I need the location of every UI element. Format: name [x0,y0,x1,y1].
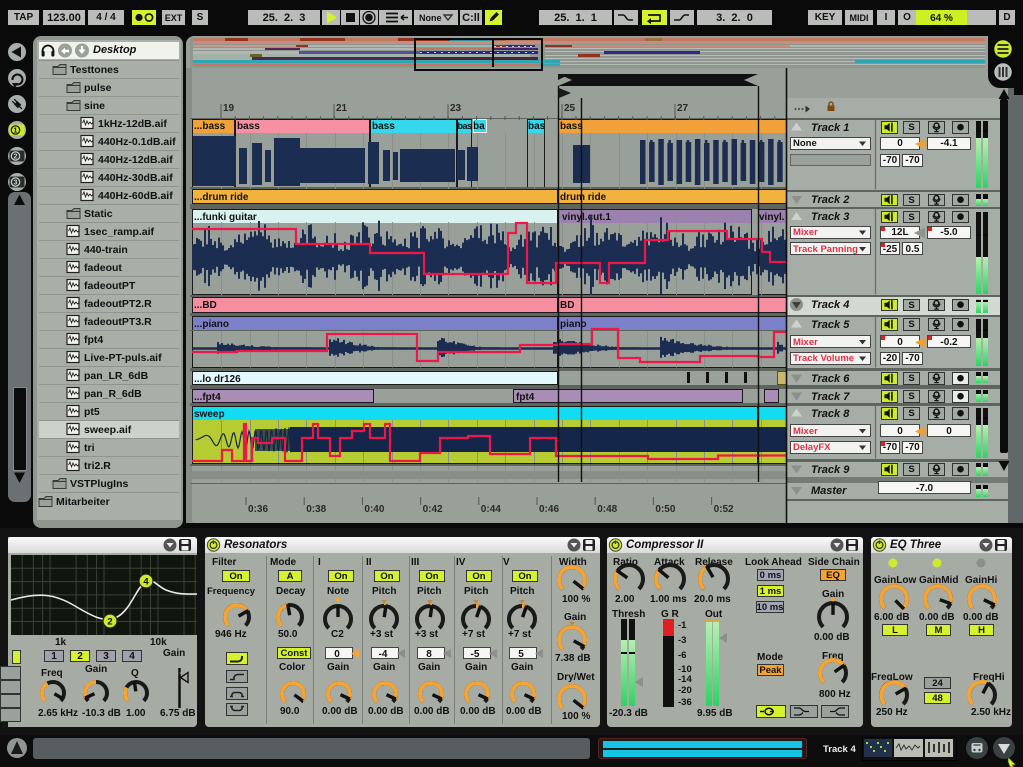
svg-text:1: 1 [14,128,18,135]
svg-text:2: 2 [14,154,18,161]
svg-text:3: 3 [14,180,18,187]
